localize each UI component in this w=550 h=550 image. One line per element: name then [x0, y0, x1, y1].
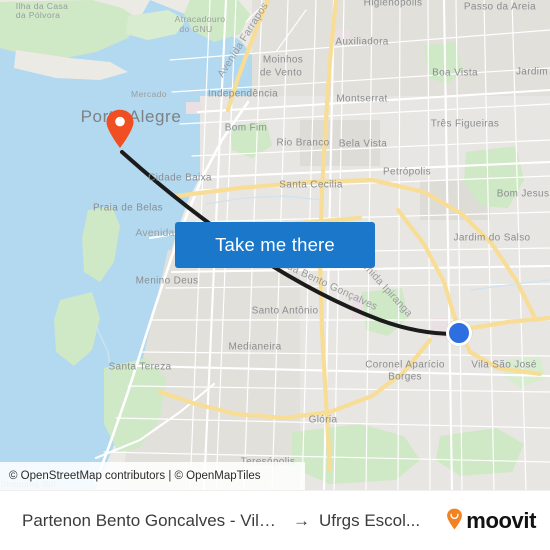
origin-marker-pin[interactable] [105, 109, 135, 149]
destination-marker-dot[interactable] [446, 320, 472, 346]
moovit-logo[interactable]: moovit [446, 508, 550, 535]
take-me-there-button[interactable]: Take me there [175, 222, 375, 268]
trip-origin-label: Partenon Bento Goncalves - Vila Jo... [22, 511, 284, 530]
footer-bar: Partenon Bento Goncalves - Vila Jo... → … [0, 490, 550, 550]
trip-summary[interactable]: Partenon Bento Goncalves - Vila Jo... → … [0, 511, 446, 531]
moovit-wordmark: moovit [466, 508, 536, 533]
map-canvas[interactable]: Ilha da Casa da Pólvora Atracadouro do GNU H… [0, 0, 550, 490]
moovit-trip-screen: Ilha da Casa da Pólvora Atracadouro do GNU H… [0, 0, 550, 550]
arrow-right-icon: → [293, 511, 310, 530]
map-attribution-text[interactable]: © OpenStreetMap contributors | © OpenMap… [0, 470, 261, 482]
trip-destination-label: Ufrgs Escol... [319, 511, 421, 530]
moovit-pin-icon [446, 508, 463, 535]
map-attribution-bar: © OpenStreetMap contributors | © OpenMap… [0, 462, 305, 490]
